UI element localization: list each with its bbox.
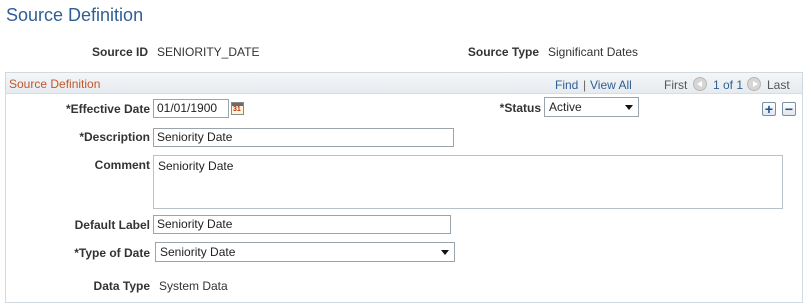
page-title: Source Definition: [6, 5, 144, 25]
minus-icon: −: [784, 101, 794, 117]
source-type-label: Source Type: [467, 45, 539, 59]
comment-label: Comment: [94, 158, 150, 172]
first-label: First: [664, 78, 688, 92]
source-id-label: Source ID: [91, 45, 148, 59]
type-of-date-label: *Type of Date: [74, 246, 150, 260]
row-range-text: 1 of 1: [713, 78, 744, 92]
plus-icon: +: [764, 101, 774, 117]
previous-row-icon[interactable]: [693, 77, 707, 91]
delete-row-button[interactable]: −: [782, 101, 796, 117]
add-row-button[interactable]: +: [762, 101, 776, 117]
default-label-field[interactable]: Seniority Date: [153, 215, 451, 234]
source-type-value: Significant Dates: [548, 45, 639, 59]
default-label-label: Default Label: [74, 218, 150, 232]
view-all-link[interactable]: View All: [590, 78, 632, 92]
chevron-down-icon: [441, 250, 449, 255]
find-link[interactable]: Find: [555, 78, 578, 92]
description-label: *Description: [79, 130, 150, 144]
calendar-icon-number: 31: [233, 106, 241, 113]
data-type-label: Data Type: [93, 279, 150, 293]
calendar-icon[interactable]: 31: [231, 102, 244, 115]
status-select[interactable]: Active: [544, 97, 639, 117]
chevron-down-icon: [625, 105, 633, 110]
effective-date-field[interactable]: 01/01/1900: [153, 99, 229, 118]
next-row-icon[interactable]: [747, 77, 761, 91]
comment-textarea[interactable]: Seniority Date: [153, 155, 783, 209]
source-id-value: SENIORITY_DATE: [157, 45, 260, 59]
group-title: Source Definition: [9, 77, 101, 91]
effective-date-label: *Effective Date: [65, 102, 150, 116]
last-label: Last: [767, 78, 790, 92]
description-field[interactable]: Seniority Date: [153, 128, 454, 147]
data-type-value: System Data: [159, 279, 228, 293]
type-of-date-select[interactable]: Seniority Date: [155, 242, 455, 262]
status-select-value: Active: [549, 100, 582, 114]
status-label: *Status: [499, 101, 541, 115]
type-of-date-select-value: Seniority Date: [160, 245, 236, 259]
nav-separator: |: [583, 78, 587, 92]
